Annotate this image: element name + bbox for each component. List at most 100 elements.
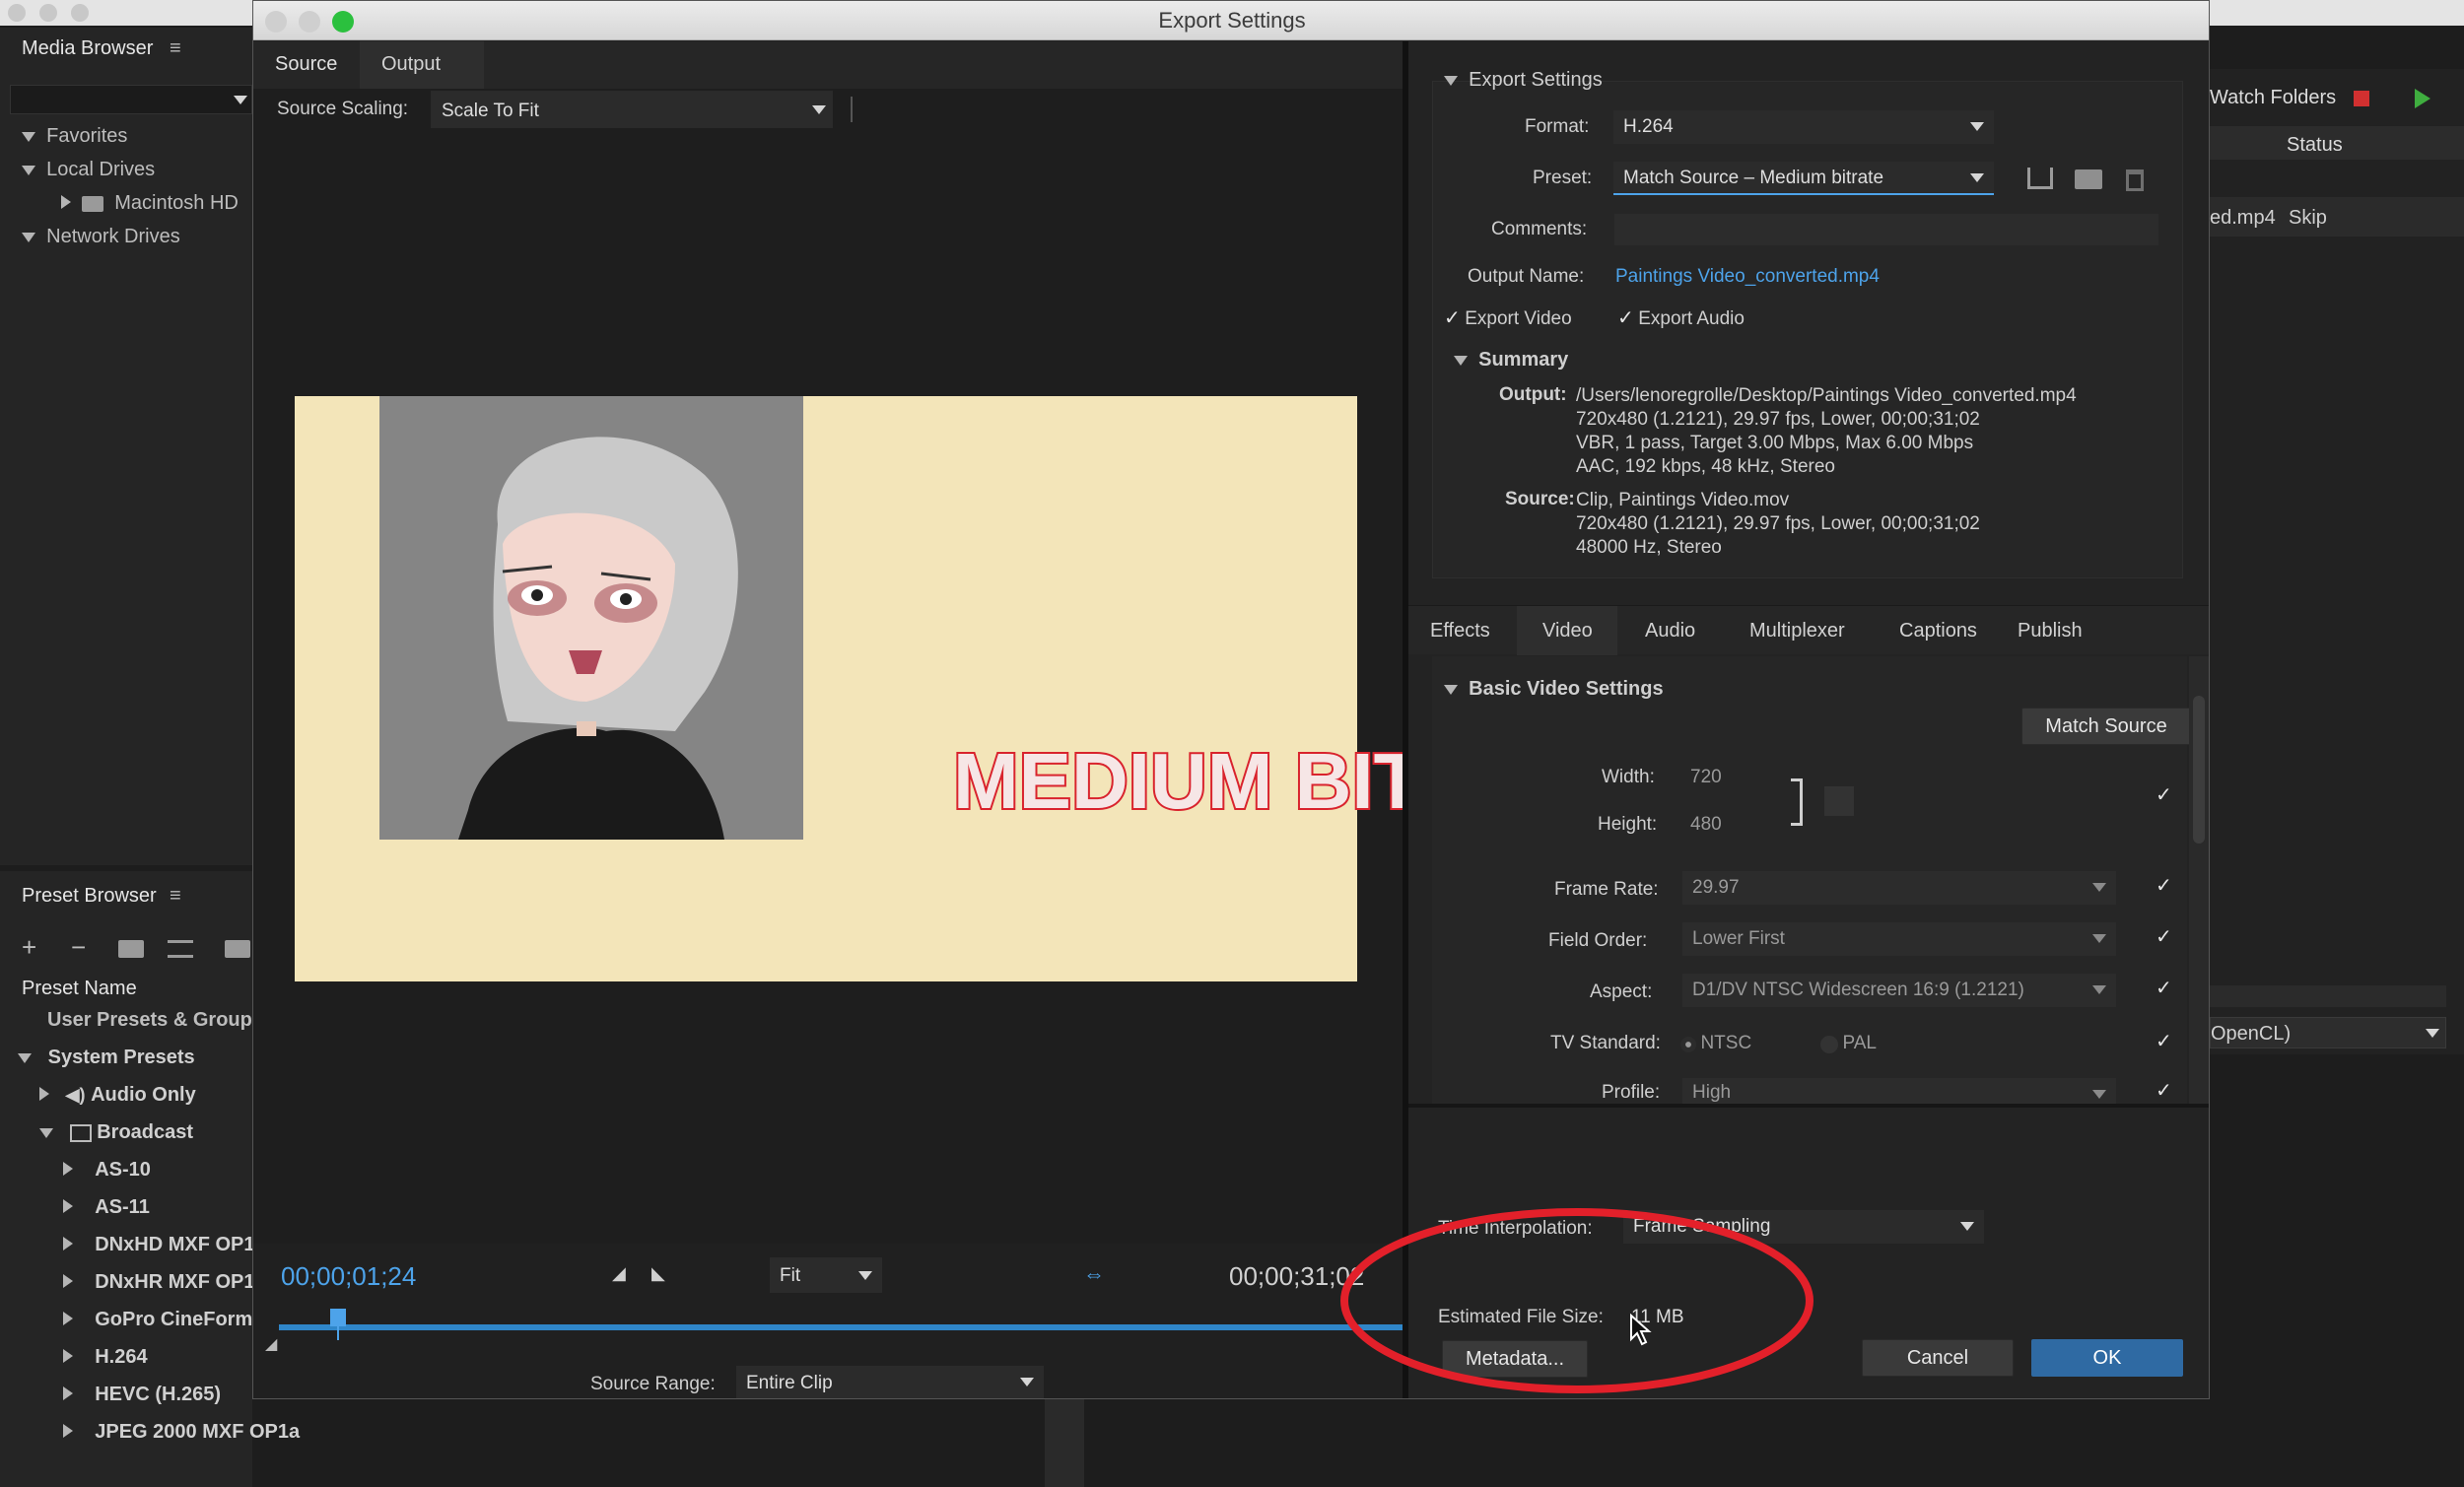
source-range-select[interactable]: Entire Clip <box>736 1366 1044 1398</box>
constrain-proportions-icon[interactable] <box>1824 786 1854 816</box>
tab-effects[interactable]: Effects <box>1430 620 1490 642</box>
tree-item-network-drives[interactable]: Network Drives <box>22 226 180 248</box>
width-height-checkbox[interactable]: ✓ <box>2156 782 2172 807</box>
tree-item-macintosh-hd[interactable]: Macintosh HD <box>61 192 239 215</box>
tv-standard-label: TV Standard: <box>1550 1033 1661 1053</box>
tab-publish[interactable]: Publish <box>2018 620 2083 642</box>
set-out-point-icon[interactable]: ◣ <box>651 1263 665 1284</box>
summary-source-line: Clip, Paintings Video.mov <box>1576 490 1790 510</box>
aspect-select[interactable]: D1/DV NTSC Widescreen 16:9 (1.2121) <box>1682 974 2116 1007</box>
tab-source[interactable]: Source <box>275 53 337 76</box>
settings-scrollbar[interactable] <box>2189 656 2209 1104</box>
preset-dnxhr[interactable]: DNxHR MXF OP1a <box>63 1271 266 1294</box>
tab-audio[interactable]: Audio <box>1645 620 1695 642</box>
preset-dnxhd[interactable]: DNxHD MXF OP1a <box>63 1234 266 1256</box>
panel-menu-icon[interactable]: ≡ <box>170 37 181 60</box>
height-value[interactable]: 480 <box>1690 814 1722 836</box>
tv-standard-checkbox[interactable]: ✓ <box>2156 1029 2172 1053</box>
preset-select[interactable]: Match Source – Medium bitrate <box>1613 162 1994 195</box>
chevron-down-icon <box>2092 883 2106 892</box>
in-point-marker[interactable]: ◢ <box>265 1334 277 1354</box>
preset-browser-title: Preset Browser <box>22 885 157 907</box>
export-settings-header[interactable]: Export Settings <box>1444 69 1603 92</box>
aspect-checkbox[interactable]: ✓ <box>2156 976 2172 1000</box>
checkmark-icon: ✓ <box>1617 307 1634 329</box>
chevron-down-icon <box>2092 1090 2106 1099</box>
format-select[interactable]: H.264 <box>1613 110 1994 144</box>
preset-as10[interactable]: AS-10 <box>63 1159 151 1182</box>
frame-rate-select[interactable]: 29.97 <box>1682 871 2116 905</box>
stop-queue-icon[interactable] <box>2354 91 2369 106</box>
field-order-checkbox[interactable]: ✓ <box>2156 924 2172 949</box>
preset-jpeg2000[interactable]: JPEG 2000 MXF OP1a <box>63 1421 300 1444</box>
format-label: Format: <box>1525 116 1590 137</box>
new-group-icon[interactable] <box>118 940 144 958</box>
preset-broadcast[interactable]: Broadcast <box>39 1121 193 1144</box>
profile-checkbox[interactable]: ✓ <box>2156 1078 2172 1104</box>
tree-item-favorites[interactable]: Favorites <box>22 125 127 148</box>
timeline-track[interactable] <box>279 1324 1403 1330</box>
collapse-icon <box>63 1349 73 1363</box>
profile-select[interactable]: High <box>1682 1078 2116 1104</box>
tab-output[interactable]: Output <box>360 41 484 89</box>
import-preset-icon[interactable] <box>2075 169 2102 189</box>
bg-minimize-dot <box>39 4 57 22</box>
preset-as11[interactable]: AS-11 <box>63 1196 150 1219</box>
width-value[interactable]: 720 <box>1690 767 1722 788</box>
preset-hevc[interactable]: HEVC (H.265) <box>63 1384 221 1406</box>
media-path-select[interactable] <box>10 85 252 114</box>
scrollbar-thumb[interactable] <box>2193 696 2205 844</box>
comments-field[interactable] <box>1613 213 2159 246</box>
start-queue-icon[interactable] <box>2415 89 2430 108</box>
field-order-select[interactable]: Lower First <box>1682 922 2116 956</box>
frame-rate-checkbox[interactable]: ✓ <box>2156 873 2172 898</box>
tab-captions[interactable]: Captions <box>1899 620 1977 642</box>
cancel-button[interactable]: Cancel <box>1862 1339 2014 1377</box>
set-in-point-icon[interactable]: ◢ <box>612 1263 626 1284</box>
preset-h264[interactable]: H.264 <box>63 1346 148 1369</box>
source-scaling-select[interactable]: Scale To Fit <box>431 91 833 128</box>
user-presets-group[interactable]: User Presets & Groups <box>47 1009 263 1032</box>
renderer-select[interactable]: OpenCL) <box>2210 1017 2446 1048</box>
ok-button[interactable]: OK <box>2031 1339 2183 1377</box>
delete-preset-icon[interactable] <box>2126 169 2144 191</box>
link-bracket-icon <box>1791 778 1803 826</box>
tv-pal-radio[interactable]: PAL <box>1820 1033 1877 1054</box>
tv-ntsc-radio[interactable]: NTSC <box>1680 1033 1751 1054</box>
media-browser-title: Media Browser <box>22 37 154 59</box>
match-source-button[interactable]: Match Source <box>2021 708 2191 745</box>
collapse-icon <box>63 1274 73 1288</box>
current-timecode[interactable]: 00;00;01;24 <box>281 1261 416 1292</box>
tab-multiplexer[interactable]: Multiplexer <box>1749 620 1845 642</box>
preset-audio-only[interactable]: ◀) Audio Only <box>39 1084 196 1107</box>
watch-folders-tab[interactable]: Watch Folders <box>2210 87 2336 109</box>
import-preset-icon[interactable] <box>225 940 250 958</box>
add-preset-icon[interactable]: + <box>22 932 36 963</box>
zoom-select[interactable]: Fit <box>770 1257 882 1293</box>
collapse-icon <box>63 1312 73 1325</box>
summary-header[interactable]: Summary <box>1454 349 1568 372</box>
export-video-checkbox[interactable]: ✓ Export Video <box>1444 305 1572 330</box>
summary-output-block: /Users/lenoregrolle/Desktop/Paintings Vi… <box>1576 384 2077 479</box>
tab-video[interactable]: Video <box>1517 606 1617 655</box>
export-audio-checkbox[interactable]: ✓ Export Audio <box>1617 305 1745 330</box>
summary-output-line: AAC, 192 kbps, 48 kHz, Stereo <box>1576 456 1835 477</box>
chevron-down-icon <box>812 105 826 114</box>
collapse-icon <box>63 1424 73 1438</box>
dialog-title: Export Settings <box>1158 8 1306 33</box>
save-preset-icon[interactable] <box>2027 168 2053 189</box>
horizontal-scrollbar[interactable] <box>2210 985 2446 1007</box>
preset-gopro[interactable]: GoPro CineForm <box>63 1309 252 1331</box>
chevron-down-icon <box>858 1271 872 1280</box>
system-presets-group[interactable]: System Presets <box>18 1047 195 1069</box>
output-name-link[interactable]: Paintings Video_converted.mp4 <box>1615 266 1880 288</box>
tree-item-local-drives[interactable]: Local Drives <box>22 159 155 181</box>
collapse-icon <box>61 195 71 209</box>
preset-settings-icon[interactable] <box>168 940 193 958</box>
panel-menu-icon[interactable]: ≡ <box>170 885 181 908</box>
remove-preset-icon[interactable]: − <box>71 932 86 963</box>
width-label: Width: <box>1602 767 1655 787</box>
queue-row[interactable]: ed.mp4 Skip <box>2210 197 2464 237</box>
aspect-correction-icon[interactable]: ⇔ <box>1083 1261 1105 1287</box>
basic-video-header[interactable]: Basic Video Settings <box>1444 678 1664 701</box>
